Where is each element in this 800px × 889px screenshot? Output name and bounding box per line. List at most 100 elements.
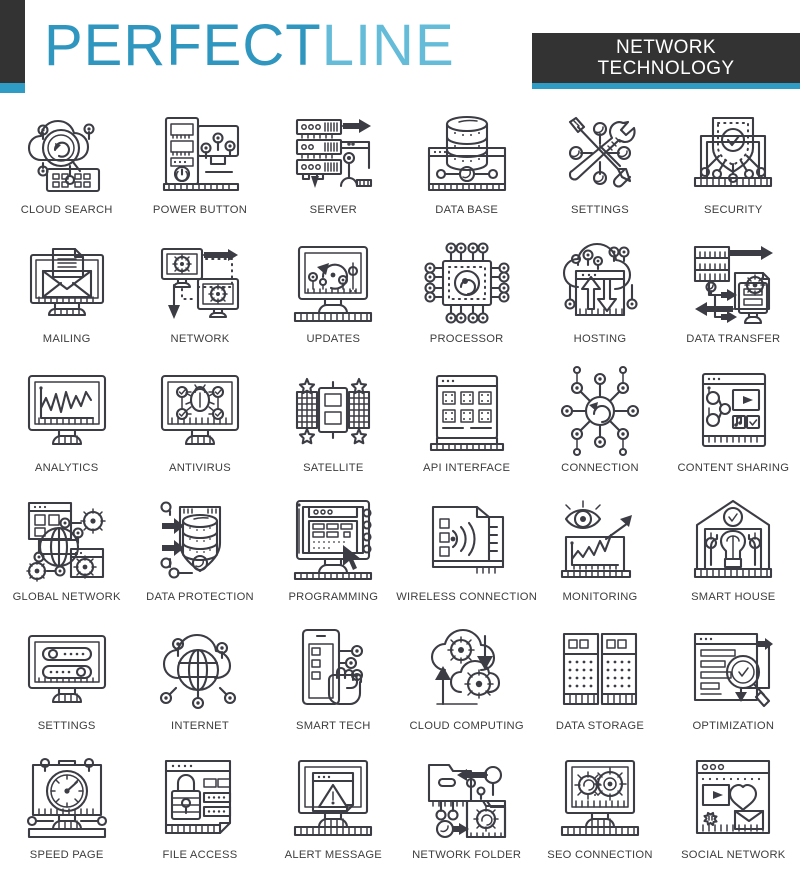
data-base-icon xyxy=(415,106,519,200)
icon-cell-server[interactable]: SERVER xyxy=(267,100,400,229)
icon-caption: DATA BASE xyxy=(435,204,499,216)
mailing-icon xyxy=(15,235,119,329)
satellite-icon xyxy=(281,364,385,458)
settings-panel-icon xyxy=(15,622,119,716)
icon-cell-power-button[interactable]: POWER BUTTON xyxy=(133,100,266,229)
icon-caption: INTERNET xyxy=(171,720,229,732)
icon-caption: HOSTING xyxy=(573,333,627,345)
analytics-icon xyxy=(15,364,119,458)
icon-caption: WIRELESS CONNECTION xyxy=(396,591,538,603)
icon-cell-hosting[interactable]: HOSTING xyxy=(533,229,666,358)
icon-cell-content-sharing[interactable]: CONTENT SHARING xyxy=(667,358,800,487)
icon-cell-analytics[interactable]: ANALYTICS xyxy=(0,358,133,487)
global-network-icon xyxy=(15,493,119,587)
icon-caption: MONITORING xyxy=(562,591,638,603)
icon-caption: SATELLITE xyxy=(303,462,364,474)
icon-caption: NETWORK FOLDER xyxy=(412,849,522,861)
icon-cell-smart-house[interactable]: SMART HOUSE xyxy=(667,487,800,616)
internet-icon xyxy=(148,622,252,716)
icon-caption: ANTIVIRUS xyxy=(169,462,231,474)
icon-cell-api-interface[interactable]: API INTERFACE xyxy=(400,358,533,487)
icon-cell-speed-page[interactable]: SPEED PAGE xyxy=(0,745,133,874)
icon-cell-data-base[interactable]: DATA BASE xyxy=(400,100,533,229)
header-left-bar-accent xyxy=(0,83,25,93)
icon-cell-data-transfer[interactable]: DATA TRANSFER xyxy=(667,229,800,358)
icon-cell-monitoring[interactable]: MONITORING xyxy=(533,487,666,616)
icon-cell-cloud-computing[interactable]: CLOUD COMPUTING xyxy=(400,616,533,745)
icon-caption: SMART TECH xyxy=(296,720,371,732)
icon-cell-updates[interactable]: UPDATES xyxy=(267,229,400,358)
icon-cell-data-storage[interactable]: DATA STORAGE xyxy=(533,616,666,745)
programming-icon xyxy=(281,493,385,587)
icon-caption: SECURITY xyxy=(704,204,763,216)
icon-cell-seo-connection[interactable]: SEO CONNECTION xyxy=(533,745,666,874)
icon-cell-data-protection[interactable]: DATA PROTECTION xyxy=(133,487,266,616)
page-header: PERFECTLINE NETWORK TECHNOLOGY xyxy=(0,0,800,100)
brand-secondary: LINE xyxy=(321,13,455,78)
icon-grid: CLOUD SEARCH POWER BUTTON SERVER DATA BA… xyxy=(0,100,800,874)
updates-icon xyxy=(281,235,385,329)
icon-caption: SPEED PAGE xyxy=(29,849,104,861)
header-left-bar xyxy=(0,0,25,83)
icon-cell-smart-tech[interactable]: SMART TECH xyxy=(267,616,400,745)
icon-cell-wireless-connection[interactable]: WIRELESS CONNECTION xyxy=(396,487,537,616)
icon-caption: SERVER xyxy=(309,204,357,216)
category-badge: NETWORK TECHNOLOGY xyxy=(532,33,800,83)
icon-caption: CONNECTION xyxy=(561,462,639,474)
icon-cell-cloud-search[interactable]: CLOUD SEARCH xyxy=(0,100,133,229)
alert-message-icon xyxy=(281,751,385,845)
icon-caption: CLOUD SEARCH xyxy=(20,204,113,216)
icon-cell-network-folder[interactable]: NETWORK FOLDER xyxy=(400,745,533,874)
icon-cell-satellite[interactable]: SATELLITE xyxy=(267,358,400,487)
social-network-icon xyxy=(681,751,785,845)
icon-cell-optimization[interactable]: OPTIMIZATION xyxy=(667,616,800,745)
icon-caption: ANALYTICS xyxy=(34,462,99,474)
data-protection-icon xyxy=(148,493,252,587)
icon-caption: DATA TRANSFER xyxy=(686,333,781,345)
icon-caption: ALERT MESSAGE xyxy=(284,849,382,861)
icon-caption: GLOBAL NETWORK xyxy=(12,591,121,603)
icon-cell-processor[interactable]: PROCESSOR xyxy=(400,229,533,358)
settings-tools-icon xyxy=(548,106,652,200)
icon-caption: DATA STORAGE xyxy=(555,720,645,732)
icon-cell-alert-message[interactable]: ALERT MESSAGE xyxy=(267,745,400,874)
icon-cell-network[interactable]: NETWORK xyxy=(133,229,266,358)
icon-caption: SMART HOUSE xyxy=(691,591,776,603)
icon-cell-security[interactable]: SECURITY xyxy=(667,100,800,229)
icon-cell-mailing[interactable]: MAILING xyxy=(0,229,133,358)
server-icon xyxy=(281,106,385,200)
icon-cell-global-network[interactable]: GLOBAL NETWORK xyxy=(0,487,133,616)
icon-caption: SOCIAL NETWORK xyxy=(681,849,786,861)
icon-caption: CLOUD COMPUTING xyxy=(409,720,524,732)
security-shield-icon xyxy=(681,106,785,200)
icon-caption: OPTIMIZATION xyxy=(692,720,775,732)
icon-cell-social-network[interactable]: SOCIAL NETWORK xyxy=(667,745,800,874)
icon-cell-settings-panel[interactable]: SETTINGS xyxy=(0,616,133,745)
network-folder-icon xyxy=(415,751,519,845)
connection-icon xyxy=(548,364,652,458)
icon-cell-settings-tools[interactable]: SETTINGS xyxy=(533,100,666,229)
icon-cell-programming[interactable]: PROGRAMMING xyxy=(267,487,400,616)
icon-caption: POWER BUTTON xyxy=(152,204,248,216)
cloud-search-icon xyxy=(15,106,119,200)
icon-caption: PROGRAMMING xyxy=(288,591,379,603)
brand-title: PERFECTLINE xyxy=(44,14,455,78)
content-sharing-icon xyxy=(681,364,785,458)
icon-caption: SEO CONNECTION xyxy=(547,849,653,861)
icon-cell-antivirus[interactable]: ANTIVIRUS xyxy=(133,358,266,487)
antivirus-icon xyxy=(148,364,252,458)
hosting-icon xyxy=(548,235,652,329)
category-line-1: NETWORK xyxy=(616,37,716,58)
category-badge-accent xyxy=(532,83,800,89)
api-interface-icon xyxy=(415,364,519,458)
category-line-2: TECHNOLOGY xyxy=(597,58,735,79)
monitoring-icon xyxy=(548,493,652,587)
smart-tech-icon xyxy=(281,622,385,716)
icon-cell-internet[interactable]: INTERNET xyxy=(133,616,266,745)
wireless-connection-icon xyxy=(415,493,519,587)
smart-house-icon xyxy=(681,493,785,587)
icon-cell-connection[interactable]: CONNECTION xyxy=(533,358,666,487)
icon-caption: FILE ACCESS xyxy=(162,849,238,861)
brand-primary: PERFECT xyxy=(44,13,322,78)
icon-cell-file-access[interactable]: FILE ACCESS xyxy=(133,745,266,874)
